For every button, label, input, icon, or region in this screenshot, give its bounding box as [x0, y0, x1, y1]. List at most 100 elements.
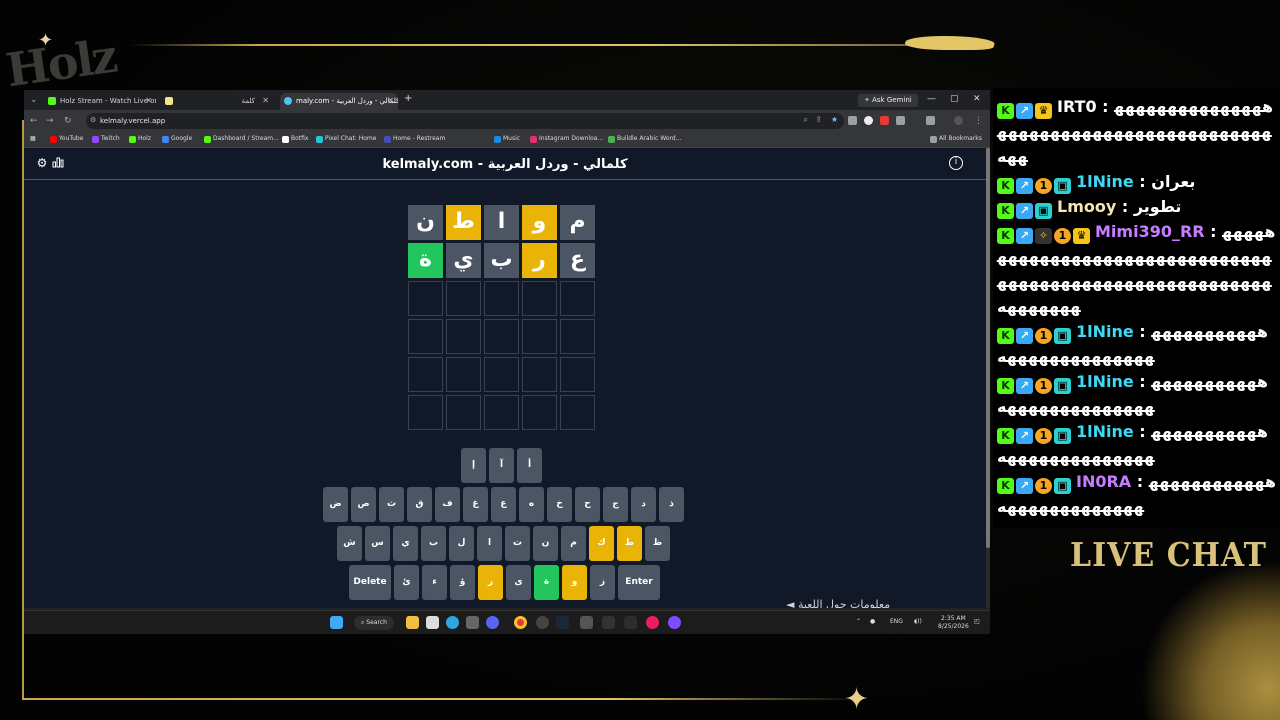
- info-icon[interactable]: i: [949, 156, 963, 170]
- app-icon[interactable]: [624, 616, 637, 629]
- discord-icon[interactable]: [486, 616, 499, 629]
- keyboard-key[interactable]: ج: [603, 487, 628, 522]
- bookmark-item[interactable]: Music: [494, 135, 520, 143]
- bookmark-item[interactable]: Instagram Downloa...: [530, 135, 603, 143]
- store-icon[interactable]: [426, 616, 439, 629]
- url-input[interactable]: ⚙ kelmaly.vercel.app ★ ⇪ ⌕: [86, 113, 844, 129]
- extension-icon[interactable]: [864, 116, 873, 125]
- steam-icon[interactable]: [556, 616, 569, 629]
- chat-username[interactable]: Lmooy: [1057, 197, 1116, 216]
- keyboard-key[interactable]: إ: [461, 448, 486, 483]
- keyboard-key[interactable]: ئ: [394, 565, 419, 600]
- close-icon[interactable]: ✕: [387, 96, 394, 105]
- keyboard-key[interactable]: ب: [421, 526, 446, 561]
- bookmark-item[interactable]: Google: [162, 135, 192, 143]
- tab-kelmaly[interactable]: maly.com - كلمالي - وردل العربية ✕: [280, 93, 398, 110]
- bookmark-item[interactable]: Botfix: [282, 135, 308, 143]
- bookmark-item[interactable]: Holz: [129, 135, 151, 143]
- keyboard-key[interactable]: و: [562, 565, 587, 600]
- page-scrollbar[interactable]: [986, 148, 990, 608]
- apps-grid-icon[interactable]: ▦: [30, 135, 36, 142]
- volume-icon[interactable]: ◖)): [914, 618, 922, 625]
- tab-search-icon[interactable]: ⌄: [30, 95, 38, 105]
- app-icon[interactable]: [668, 616, 681, 629]
- keyboard-key[interactable]: م: [561, 526, 586, 561]
- extension-icon[interactable]: [880, 116, 889, 125]
- chat-username[interactable]: 1lNine: [1076, 372, 1134, 391]
- keyboard-key[interactable]: ه: [519, 487, 544, 522]
- keyboard-key[interactable]: ص: [351, 487, 376, 522]
- keyboard-key[interactable]: ء: [422, 565, 447, 600]
- share-icon[interactable]: ⇪: [815, 115, 822, 124]
- app-icon[interactable]: [466, 616, 479, 629]
- new-tab-button[interactable]: +: [404, 93, 412, 104]
- keyboard-key[interactable]: ل: [449, 526, 474, 561]
- close-window-button[interactable]: ✕: [973, 94, 981, 104]
- chat-username[interactable]: IN0RA: [1076, 472, 1131, 491]
- app-icon[interactable]: [602, 616, 615, 629]
- profile-avatar[interactable]: [954, 116, 963, 125]
- taskbar-search[interactable]: ⌕ Search: [354, 616, 394, 630]
- keyboard-key[interactable]: ا: [477, 526, 502, 561]
- minimize-button[interactable]: —: [927, 94, 936, 104]
- keyboard-key[interactable]: ط: [617, 526, 642, 561]
- keyboard-key[interactable]: ز: [590, 565, 615, 600]
- system-clock[interactable]: 2:35 AM 8/25/2026: [938, 615, 969, 631]
- reload-icon[interactable]: ↻: [64, 116, 72, 126]
- all-bookmarks-button[interactable]: All Bookmarks: [930, 135, 982, 143]
- tray-overflow-icon[interactable]: ⌃: [856, 618, 861, 625]
- ask-gemini-button[interactable]: ✦ Ask Gemini: [858, 94, 918, 107]
- keyboard-key[interactable]: س: [365, 526, 390, 561]
- keyboard-key[interactable]: ش: [337, 526, 362, 561]
- bookmark-item[interactable]: Twitch: [92, 135, 120, 143]
- bookmark-item[interactable]: Buildle Arabic Word...: [608, 135, 681, 143]
- keyboard-key[interactable]: ك: [589, 526, 614, 561]
- bookmark-item[interactable]: Dashboard / Stream...: [204, 135, 279, 143]
- keyboard-key[interactable]: ق: [407, 487, 432, 522]
- media-icon[interactable]: [848, 116, 857, 125]
- close-icon[interactable]: ✕: [262, 96, 269, 105]
- obs-icon[interactable]: [536, 616, 549, 629]
- keyboard-key[interactable]: ى: [506, 565, 531, 600]
- chat-username[interactable]: 1lNine: [1076, 422, 1134, 441]
- scrollbar-thumb[interactable]: [986, 148, 990, 548]
- keyboard-key[interactable]: ؤ: [450, 565, 475, 600]
- keyboard-key[interactable]: ح: [575, 487, 600, 522]
- close-icon[interactable]: ✕: [145, 96, 152, 105]
- keyboard-key[interactable]: آ: [489, 448, 514, 483]
- keyboard-key[interactable]: ث: [379, 487, 404, 522]
- chat-username[interactable]: 1lNine: [1076, 172, 1134, 191]
- extensions-puzzle-icon[interactable]: [896, 116, 905, 125]
- keyboard-key[interactable]: ي: [393, 526, 418, 561]
- notification-icon[interactable]: ◰: [974, 618, 980, 625]
- chat-username[interactable]: IRT0: [1057, 97, 1097, 116]
- keyboard-key[interactable]: خ: [547, 487, 572, 522]
- chrome-icon[interactable]: [514, 616, 527, 629]
- back-icon[interactable]: ←: [30, 116, 38, 126]
- chat-username[interactable]: Mimi390_RR: [1095, 222, 1205, 241]
- keyboard-key[interactable]: ت: [505, 526, 530, 561]
- tab-holz-stream[interactable]: Holz Stream - Watch Live on Ki ✕: [44, 93, 156, 110]
- keyboard-key[interactable]: ذ: [659, 487, 684, 522]
- keyboard-key[interactable]: ض: [323, 487, 348, 522]
- keyboard-key[interactable]: ن: [533, 526, 558, 561]
- keyboard-key[interactable]: أ: [517, 448, 542, 483]
- delete-key[interactable]: Delete: [349, 565, 391, 600]
- site-info-icon[interactable]: ⚙: [90, 116, 96, 124]
- zoom-icon[interactable]: ⌕: [804, 115, 808, 125]
- keyboard-key[interactable]: د: [631, 487, 656, 522]
- download-icon[interactable]: [926, 116, 935, 125]
- app-icon[interactable]: [646, 616, 659, 629]
- keyboard-key[interactable]: ظ: [645, 526, 670, 561]
- edge-icon[interactable]: [446, 616, 459, 629]
- menu-icon[interactable]: ⋮: [974, 116, 983, 126]
- keyboard-key[interactable]: ع: [491, 487, 516, 522]
- app-icon[interactable]: [580, 616, 593, 629]
- bookmark-item[interactable]: Pixel Chat: Home: [316, 135, 376, 143]
- file-explorer-icon[interactable]: [406, 616, 419, 629]
- keyboard-key[interactable]: ة: [534, 565, 559, 600]
- windows-start-icon[interactable]: [330, 616, 343, 629]
- keyboard-key[interactable]: ر: [478, 565, 503, 600]
- bookmark-item[interactable]: YouTube: [50, 135, 83, 143]
- keyboard-key[interactable]: غ: [463, 487, 488, 522]
